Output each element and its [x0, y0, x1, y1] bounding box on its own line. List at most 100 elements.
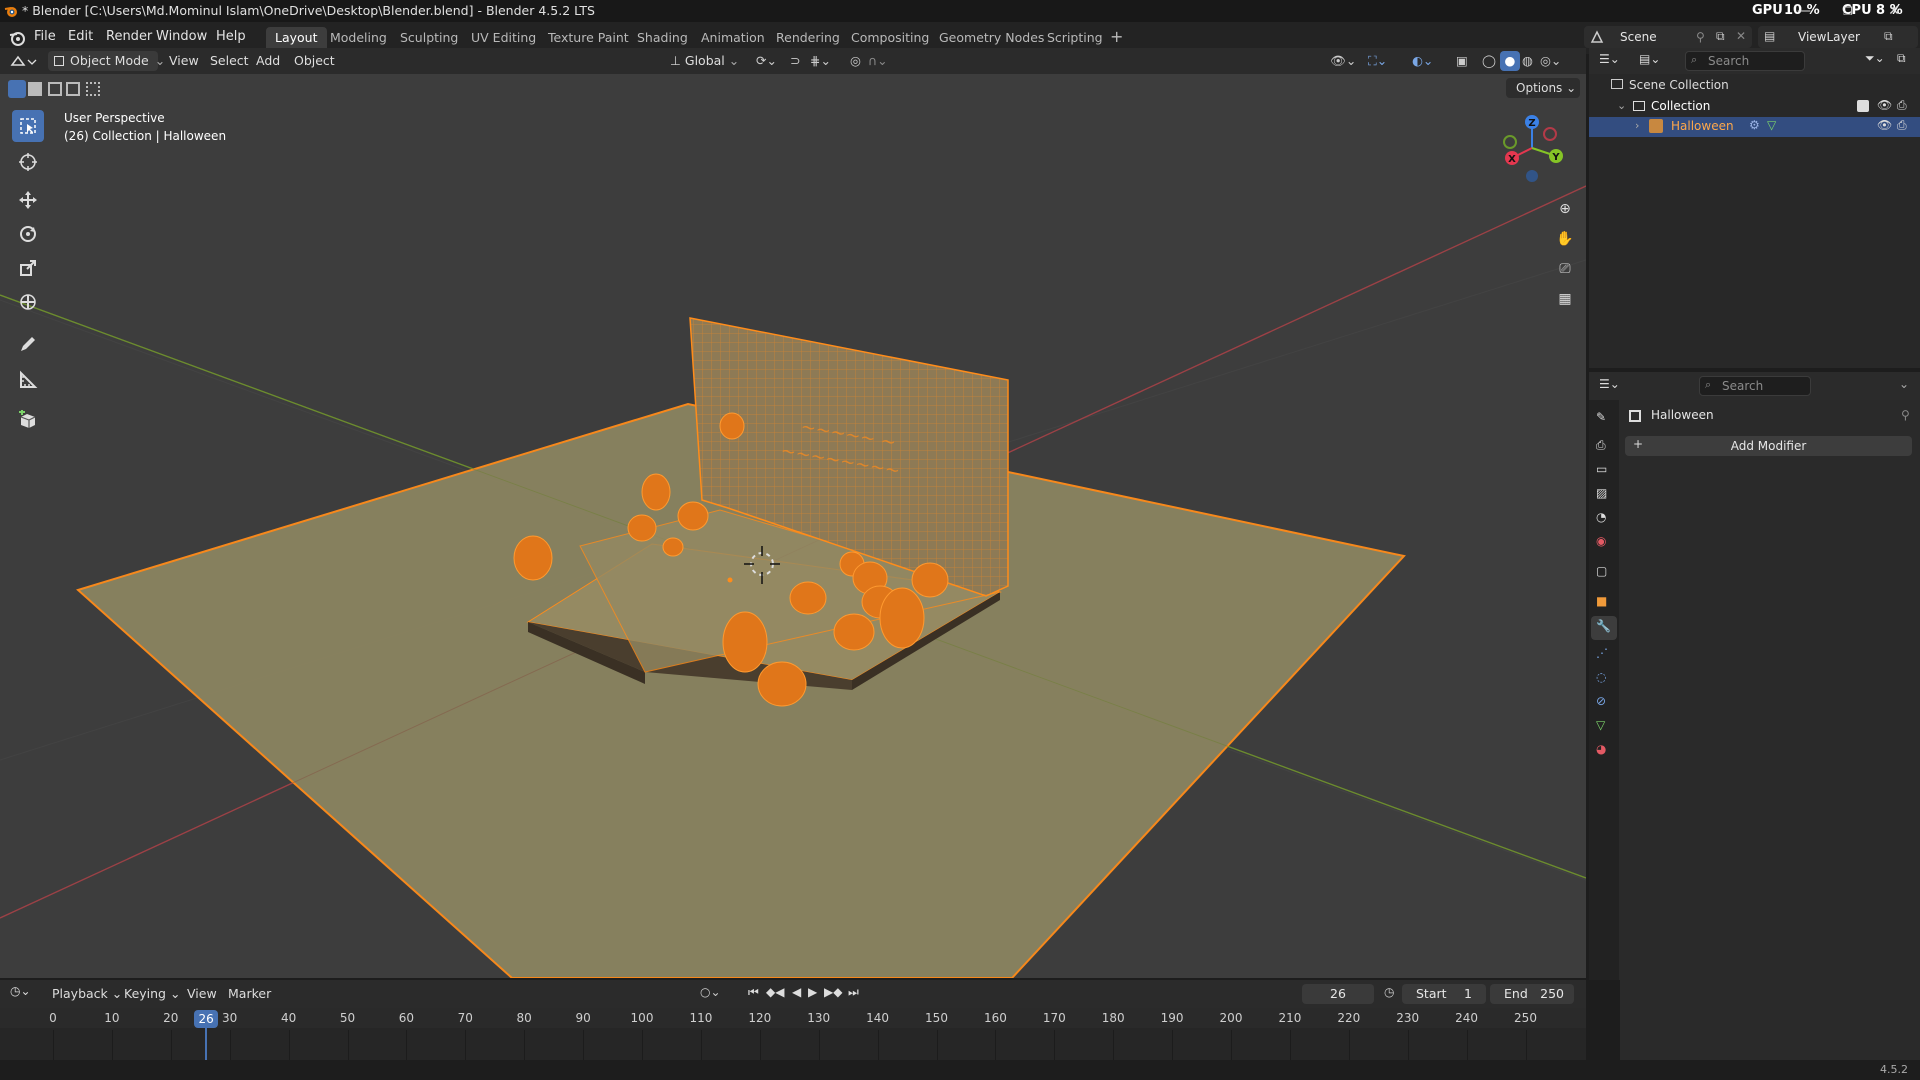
- transform-orientation-dropdown[interactable]: ⊥ Global ⌄: [670, 51, 746, 71]
- 3d-viewport[interactable]: ~~~~~ ~ ~~~~~~~~ User Perspective (26) C…: [0, 74, 1586, 978]
- menu-window[interactable]: Window: [156, 29, 207, 44]
- timeline-area[interactable]: 0 10 20 30 40 50 60 70 80 90 100 110 120 130 140 150 160…: [0, 1008, 1586, 1060]
- end-frame-field[interactable]: End 250: [1490, 984, 1574, 1004]
- modifier-badge-icon[interactable]: ⚙: [1749, 118, 1760, 132]
- menu-file[interactable]: File: [34, 29, 56, 44]
- tab-sculpting[interactable]: Sculpting: [391, 27, 467, 49]
- outliner-object-row[interactable]: › Halloween ⚙ ▽ 👁 ⎙: [1589, 117, 1920, 137]
- collection-render-icon[interactable]: ⎙: [1897, 98, 1907, 113]
- tab-data-icon[interactable]: ▽: [1596, 718, 1605, 732]
- select-new-icon[interactable]: [8, 80, 26, 98]
- pan-hand-icon[interactable]: ✋: [1552, 226, 1578, 252]
- scene-collection-row[interactable]: Scene Collection: [1611, 78, 1729, 92]
- prev-keyframe-icon[interactable]: ◆◀: [766, 985, 784, 999]
- playhead-frame-indicator[interactable]: 26: [194, 1010, 219, 1028]
- tab-particles-icon[interactable]: ⋰: [1596, 646, 1608, 660]
- minimize-button[interactable]: —: [1782, 0, 1826, 22]
- tab-scripting[interactable]: Scripting: [1038, 27, 1112, 49]
- tab-collection-icon[interactable]: ▢: [1596, 564, 1607, 578]
- new-collection-icon[interactable]: ⧉: [1897, 51, 1906, 66]
- play-reverse-icon[interactable]: ◀: [792, 985, 801, 999]
- new-scene-icon[interactable]: ⧉: [1716, 29, 1725, 44]
- tab-shading[interactable]: Shading: [628, 27, 697, 49]
- view-layer-selector[interactable]: ▤ ViewLayer ⧉: [1758, 26, 1918, 48]
- play-icon[interactable]: ▶: [808, 985, 817, 999]
- select-box-tool[interactable]: [12, 110, 44, 142]
- jump-end-icon[interactable]: ⏭: [848, 985, 859, 1000]
- annotate-tool[interactable]: [12, 328, 44, 360]
- tab-modeling[interactable]: Modeling: [321, 27, 396, 49]
- camera-view-icon[interactable]: ⎚: [1552, 256, 1578, 282]
- delete-scene-icon[interactable]: ✕: [1736, 29, 1746, 43]
- preview-range-icon[interactable]: ◷: [1384, 985, 1394, 999]
- select-intersect-icon[interactable]: [86, 82, 100, 96]
- timeline-view-menu[interactable]: View: [187, 986, 217, 1001]
- collection-checkbox[interactable]: [1857, 100, 1869, 112]
- tab-animation[interactable]: Animation: [692, 27, 774, 49]
- zoom-icon[interactable]: ⊕: [1552, 196, 1578, 222]
- next-keyframe-icon[interactable]: ▶◆: [824, 985, 842, 999]
- add-cube-tool[interactable]: [12, 404, 44, 436]
- snap-icon[interactable]: ⊃: [790, 51, 800, 71]
- add-modifier-button[interactable]: + Add Modifier: [1625, 436, 1912, 456]
- select-extend-icon[interactable]: [28, 82, 42, 96]
- mode-dropdown[interactable]: Object Mode ⌄: [48, 51, 165, 71]
- shading-solid-icon[interactable]: ●: [1500, 51, 1520, 71]
- collection-expand-icon[interactable]: ⌄: [1617, 99, 1626, 112]
- transform-tool[interactable]: [12, 286, 44, 318]
- options-dropdown[interactable]: Options ⌄: [1506, 78, 1580, 98]
- snap-target-icon[interactable]: ⋕⌄: [810, 51, 831, 71]
- auto-keying-icon[interactable]: ○⌄: [700, 985, 721, 999]
- shading-material-icon[interactable]: ◍: [1522, 51, 1533, 71]
- menu-view[interactable]: View: [169, 51, 199, 71]
- scene-selector[interactable]: Scene ⚲ ⧉ ✕: [1584, 26, 1752, 48]
- jump-start-icon[interactable]: ⏮: [748, 985, 759, 1000]
- tab-render-icon[interactable]: ⎙: [1596, 438, 1606, 453]
- close-button[interactable]: ✕: [1872, 0, 1916, 22]
- tab-rendering[interactable]: Rendering: [767, 27, 849, 49]
- outliner-search-input[interactable]: Search: [1685, 51, 1805, 71]
- object-render-icon[interactable]: ⎙: [1897, 118, 1907, 133]
- pivot-point-icon[interactable]: ⟳⌄: [756, 51, 777, 71]
- falloff-icon[interactable]: ∩⌄: [868, 51, 888, 71]
- restore-button[interactable]: ❐: [1826, 0, 1870, 22]
- properties-options-icon[interactable]: ⌄: [1899, 377, 1909, 391]
- navigation-gizmo[interactable]: Z X Y: [1496, 110, 1568, 186]
- outliner-editor-type-icon[interactable]: ☰⌄: [1599, 52, 1620, 66]
- properties-editor-type-icon[interactable]: ☰⌄: [1599, 377, 1620, 391]
- filter-icon[interactable]: ⏷⌄: [1865, 51, 1885, 66]
- tab-output-icon[interactable]: ▭: [1596, 462, 1607, 476]
- menu-select[interactable]: Select: [210, 51, 249, 71]
- tab-view-layer-icon[interactable]: ▨: [1596, 486, 1607, 500]
- menu-edit[interactable]: Edit: [68, 29, 93, 44]
- tab-world-icon[interactable]: ◉: [1596, 534, 1606, 548]
- tab-geometry-nodes[interactable]: Geometry Nodes: [930, 27, 1053, 49]
- timeline-marker-menu[interactable]: Marker: [228, 986, 271, 1001]
- blender-menu-icon[interactable]: [8, 29, 26, 47]
- add-workspace-button[interactable]: +: [1110, 27, 1123, 46]
- scale-tool[interactable]: [12, 252, 44, 284]
- cursor-tool[interactable]: [12, 146, 44, 178]
- collection-row[interactable]: ⌄ Collection 👁 ⎙: [1589, 97, 1920, 117]
- tab-modifiers-active[interactable]: 🔧: [1591, 616, 1617, 640]
- shading-rendered-icon[interactable]: ◎⌄: [1540, 51, 1561, 71]
- visibility-selectability-icon[interactable]: 👁⌄: [1330, 51, 1356, 71]
- tab-texture-paint[interactable]: Texture Paint: [539, 27, 638, 49]
- tab-material-icon[interactable]: ◕: [1596, 742, 1606, 756]
- gizmo-toggle-icon[interactable]: ⛶⌄: [1368, 51, 1387, 71]
- perspective-toggle-icon[interactable]: ▦: [1552, 286, 1578, 312]
- object-expand-icon[interactable]: ›: [1635, 119, 1639, 132]
- tab-object-icon[interactable]: ■: [1596, 594, 1607, 608]
- editor-type-icon[interactable]: [8, 51, 38, 71]
- overlays-toggle-icon[interactable]: ◐⌄: [1412, 51, 1433, 71]
- menu-object[interactable]: Object: [294, 51, 335, 71]
- timeline-keying-menu[interactable]: Keying ⌄: [124, 986, 180, 1001]
- display-mode-icon[interactable]: ▤⌄: [1639, 52, 1660, 66]
- xray-toggle-icon[interactable]: ▣: [1456, 51, 1468, 71]
- properties-search-input[interactable]: Search: [1699, 376, 1811, 396]
- pin-icon[interactable]: ⚲: [1696, 30, 1705, 44]
- menu-help[interactable]: Help: [216, 29, 246, 44]
- rotate-tool[interactable]: [12, 218, 44, 250]
- tab-compositing[interactable]: Compositing: [842, 27, 938, 49]
- mesh-data-icon[interactable]: ▽: [1767, 118, 1776, 132]
